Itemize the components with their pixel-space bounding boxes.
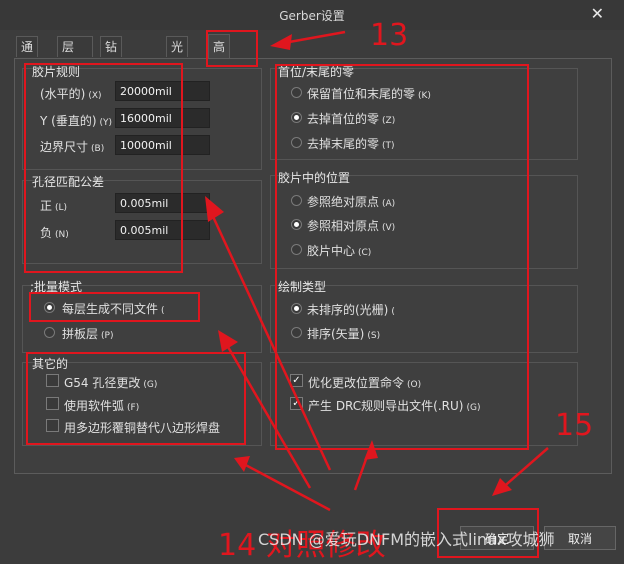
annotation-15: 15 bbox=[555, 408, 594, 443]
annotation-13: 13 bbox=[370, 18, 409, 53]
annotation-arrows bbox=[205, 30, 549, 512]
watermark: CSDN @爱玩DNFM的嵌入式linux攻城狮 bbox=[258, 530, 555, 549]
